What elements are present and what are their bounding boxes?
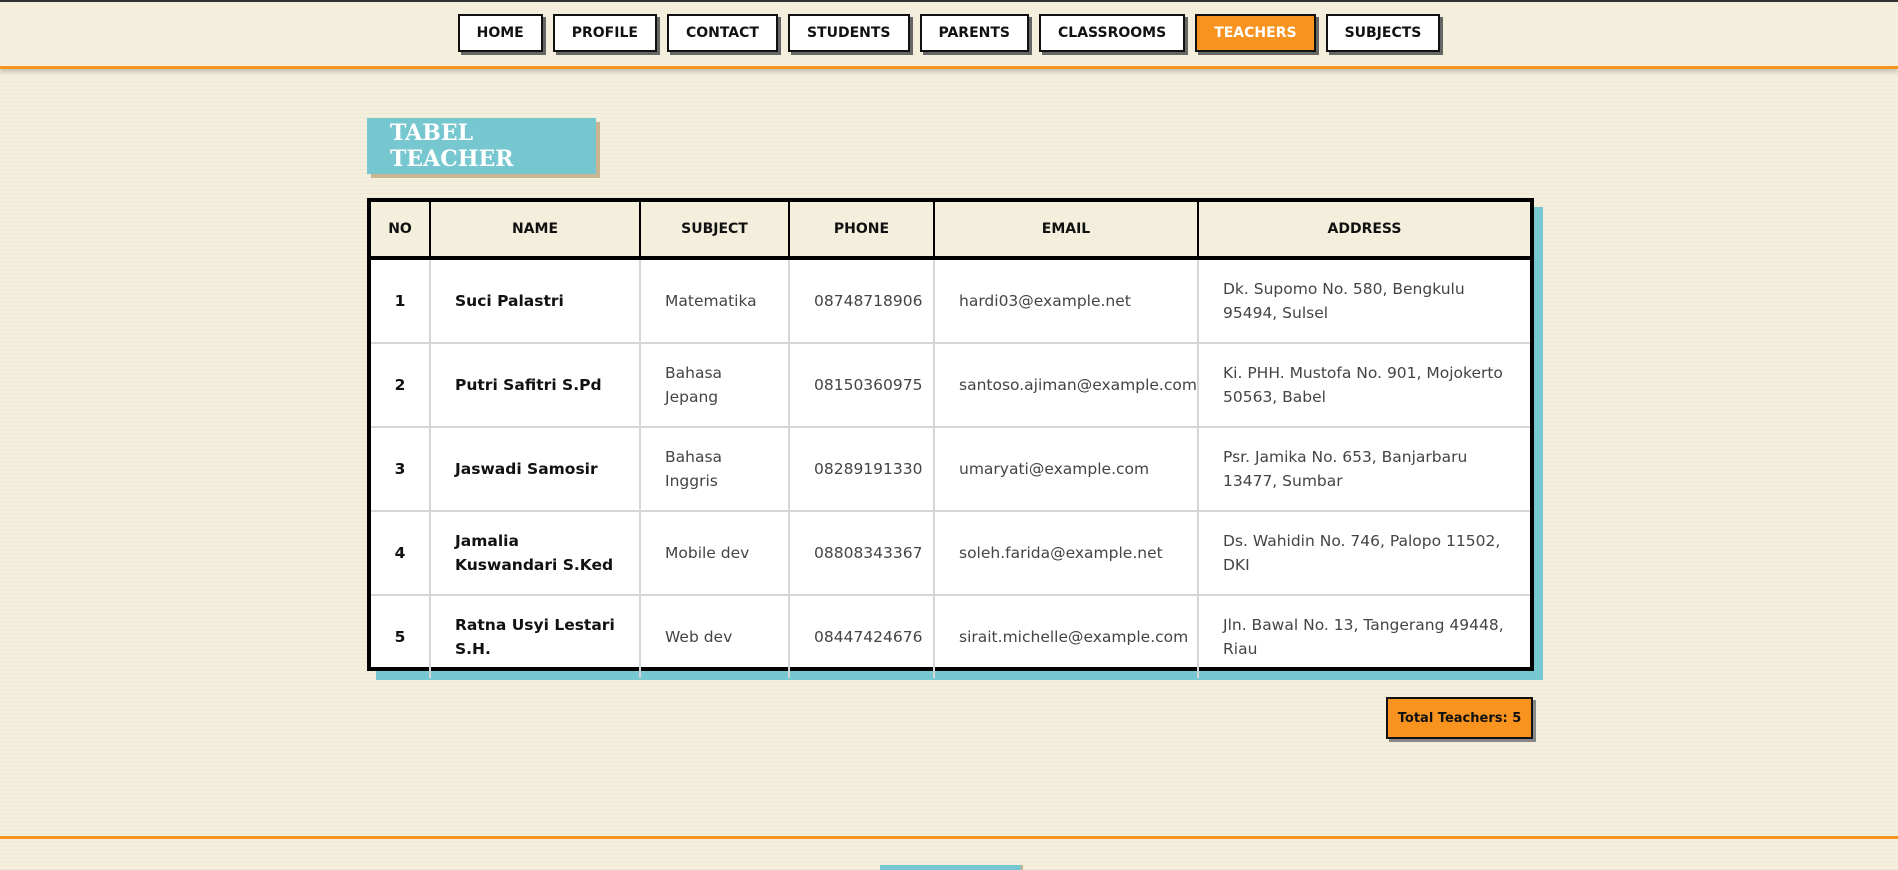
table-row: 3 Jaswadi Samosir Bahasa Inggris 0828919… xyxy=(371,427,1530,512)
cell-subject: Matematika xyxy=(640,258,790,344)
table-header-row: NO NAME SUBJECT PHONE EMAIL ADDRESS xyxy=(371,202,1530,260)
cell-subject: Bahasa Jepang xyxy=(640,343,790,428)
page-title-box: TABEL TEACHER xyxy=(367,118,596,174)
cell-phone: 08289191330 xyxy=(789,427,935,512)
footer-divider xyxy=(0,836,1898,839)
cell-name: Ratna Usyi Lestari S.H. xyxy=(430,595,641,678)
cell-no: 5 xyxy=(371,595,431,678)
cell-no: 2 xyxy=(371,343,431,428)
cell-subject: Mobile dev xyxy=(640,511,790,596)
cell-phone: 08808343367 xyxy=(789,511,935,596)
table-row: 4 Jamalia Kuswandari S.Ked Mobile dev 08… xyxy=(371,511,1530,596)
cell-email: soleh.farida@example.net xyxy=(934,511,1199,596)
total-teachers-badge: Total Teachers: 5 xyxy=(1386,697,1533,739)
header-subject: SUBJECT xyxy=(640,202,790,260)
cell-no: 3 xyxy=(371,427,431,512)
nav-parents-button[interactable]: PARENTS xyxy=(919,14,1030,52)
table-row: 1 Suci Palastri Matematika 08748718906 h… xyxy=(371,258,1530,344)
cell-name: Putri Safitri S.Pd xyxy=(430,343,641,428)
cell-email: santoso.ajiman@example.com xyxy=(934,343,1199,428)
cell-address: Psr. Jamika No. 653, Banjarbaru 13477, S… xyxy=(1198,427,1530,512)
table-row: 5 Ratna Usyi Lestari S.H. Web dev 084474… xyxy=(371,595,1530,678)
cell-address: Ds. Wahidin No. 746, Palopo 11502, DKI xyxy=(1198,511,1530,596)
cell-name: Suci Palastri xyxy=(430,258,641,344)
nav-contact-button[interactable]: CONTACT xyxy=(666,14,778,52)
header-phone: PHONE xyxy=(789,202,935,260)
cell-subject: Bahasa Inggris xyxy=(640,427,790,512)
cell-name: Jaswadi Samosir xyxy=(430,427,641,512)
nav-classrooms-button[interactable]: CLASSROOMS xyxy=(1039,14,1186,52)
cell-phone: 08447424676 xyxy=(789,595,935,678)
header-name: NAME xyxy=(430,202,641,260)
header-no: NO xyxy=(371,202,431,260)
header: HOME PROFILE CONTACT STUDENTS PARENTS CL… xyxy=(0,2,1898,69)
cell-email: sirait.michelle@example.com xyxy=(934,595,1199,678)
cell-subject: Web dev xyxy=(640,595,790,678)
cell-phone: 08748718906 xyxy=(789,258,935,344)
table-row: 2 Putri Safitri S.Pd Bahasa Jepang 08150… xyxy=(371,343,1530,428)
nav-subjects-button[interactable]: SUBJECTS xyxy=(1325,14,1441,52)
footer-tab xyxy=(880,865,1021,870)
header-email: EMAIL xyxy=(934,202,1199,260)
main-nav: HOME PROFILE CONTACT STUDENTS PARENTS CL… xyxy=(0,14,1898,52)
nav-profile-button[interactable]: PROFILE xyxy=(552,14,657,52)
nav-teachers-button[interactable]: TEACHERS xyxy=(1195,14,1316,52)
teacher-table: NO NAME SUBJECT PHONE EMAIL ADDRESS 1 Su… xyxy=(371,202,1530,678)
teacher-table-container: NO NAME SUBJECT PHONE EMAIL ADDRESS 1 Su… xyxy=(367,198,1534,678)
cell-phone: 08150360975 xyxy=(789,343,935,428)
cell-address: Dk. Supomo No. 580, Bengkulu 95494, Suls… xyxy=(1198,258,1530,344)
header-address: ADDRESS xyxy=(1198,202,1530,260)
cell-no: 4 xyxy=(371,511,431,596)
cell-email: hardi03@example.net xyxy=(934,258,1199,344)
cell-address: Jln. Bawal No. 13, Tangerang 49448, Riau xyxy=(1223,616,1504,658)
nav-home-button[interactable]: HOME xyxy=(457,14,543,52)
cell-email: umaryati@example.com xyxy=(934,427,1199,512)
cell-address: Ki. PHH. Mustofa No. 901, Mojokerto 5056… xyxy=(1198,343,1530,428)
cell-no: 1 xyxy=(371,258,431,344)
cell-name: Jamalia Kuswandari S.Ked xyxy=(430,511,641,596)
nav-students-button[interactable]: STUDENTS xyxy=(787,14,910,52)
page-title: TABEL TEACHER xyxy=(390,120,514,172)
